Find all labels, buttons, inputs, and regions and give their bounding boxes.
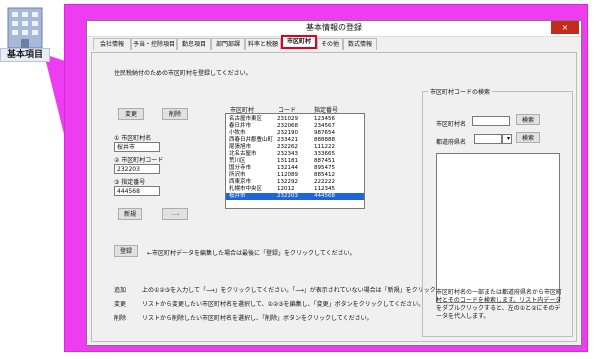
city-name-label: ① 市区町村名	[114, 135, 152, 142]
search-city-label: 市区町村名	[436, 121, 467, 128]
list-item[interactable]: 北名古屋市 232343 333665	[226, 151, 364, 158]
list-item[interactable]: 名古屋市東区 231029 123456	[226, 116, 364, 123]
add-arrow-button[interactable]: ⟶	[162, 208, 188, 220]
basic-info-window: 基本情報の登録 × 会社情報 予当・控除項目 勤怠項目 部門部課 料率と税額 市…	[86, 20, 582, 346]
tab-company-info[interactable]: 会社情報	[93, 38, 131, 50]
list-item[interactable]: 尾張旭市 232262 111222	[226, 144, 364, 151]
help-term-change: 変更	[114, 301, 127, 308]
search-results-list[interactable]	[436, 153, 560, 303]
new-button[interactable]: 新規	[118, 208, 142, 220]
pref-dropdown-icon[interactable]: ▾	[502, 134, 512, 144]
city-code-label: ② 市区町村コード	[114, 157, 164, 164]
basic-items-label: 基本項目	[0, 48, 50, 62]
tab-other[interactable]: その他	[317, 38, 343, 50]
designation-number-label: ③ 指定番号	[114, 179, 146, 186]
list-item[interactable]: 西春日井郡豊山町 233421 888888	[226, 137, 364, 144]
delete-button[interactable]: 削除	[162, 108, 188, 120]
list-item[interactable]: 国分寺市 132144 895475	[226, 165, 364, 172]
list-item-selected[interactable]: 桜井市 232203 444568	[226, 193, 364, 200]
list-item[interactable]: 春日井市 232068 234567	[226, 123, 364, 130]
tab-allowance-deduction[interactable]: 予当・控除項目	[131, 38, 177, 50]
register-button[interactable]: 登録	[114, 245, 138, 257]
help-term-delete: 削除	[114, 315, 127, 322]
window-title: 基本情報の登録	[306, 23, 362, 32]
building-icon	[7, 7, 43, 49]
instruction-text: 住民税納付のための市区町村を登録してください。	[114, 70, 252, 77]
tab-content-panel: 住民税納付のための市区町村を登録してください。 変更 削除 ① 市区町村名 桜井…	[91, 52, 577, 342]
help-text-delete: リストから削除したい市区町村名を選択し、「削除」ボタンをクリックしてください。	[142, 315, 373, 322]
municipality-list[interactable]: 名古屋市東区 231029 123456 春日井市 232068 234567 小牧市 2…	[225, 113, 365, 209]
tab-attendance[interactable]: 勤怠項目	[177, 38, 211, 50]
list-item[interactable]: 所沢市 112089 885412	[226, 172, 364, 179]
change-button[interactable]: 変更	[118, 108, 144, 120]
city-name-input[interactable]: 桜井市	[114, 142, 160, 152]
search-city-button[interactable]: 検索	[516, 114, 540, 125]
register-note: ←市区町村データを編集した場合は最後に「登録」をクリックしてください。	[147, 250, 356, 257]
list-item[interactable]: 札幌市中央区 12012 112345	[226, 186, 364, 193]
tab-formula-info[interactable]: 数式情報	[343, 38, 377, 50]
search-pref-button[interactable]: 検索	[516, 132, 540, 143]
list-item[interactable]: 西東京市 132292 222222	[226, 179, 364, 186]
tab-department[interactable]: 部門部課	[211, 38, 245, 50]
list-item[interactable]: 荒川区 131181 887451	[226, 158, 364, 165]
city-code-input[interactable]: 232203	[114, 164, 160, 174]
search-note: 市区町村名の一部または都道府県名から市区町村とそのコードを検索します。リスト内デ…	[436, 289, 563, 320]
designation-number-input[interactable]: 444568	[114, 186, 160, 196]
tab-rates-tax[interactable]: 料率と税額	[245, 38, 281, 50]
search-city-input[interactable]	[472, 116, 510, 126]
close-button[interactable]: ×	[551, 21, 579, 34]
list-item[interactable]: 小牧市 232190 987654	[226, 130, 364, 137]
search-group-title: 市区町村コードの検索	[428, 87, 493, 96]
title-bar: 基本情報の登録 ×	[87, 21, 581, 37]
search-pref-input[interactable]	[474, 134, 502, 144]
search-pref-label: 都道府県名	[436, 139, 467, 146]
help-text-change: リストから変更したい市区町村名を選択して、①②③を編集し、「変更」ボタンをクリッ…	[142, 301, 425, 308]
help-term-add: 追加	[114, 287, 127, 294]
tab-municipality[interactable]: 市区町村	[281, 35, 317, 49]
